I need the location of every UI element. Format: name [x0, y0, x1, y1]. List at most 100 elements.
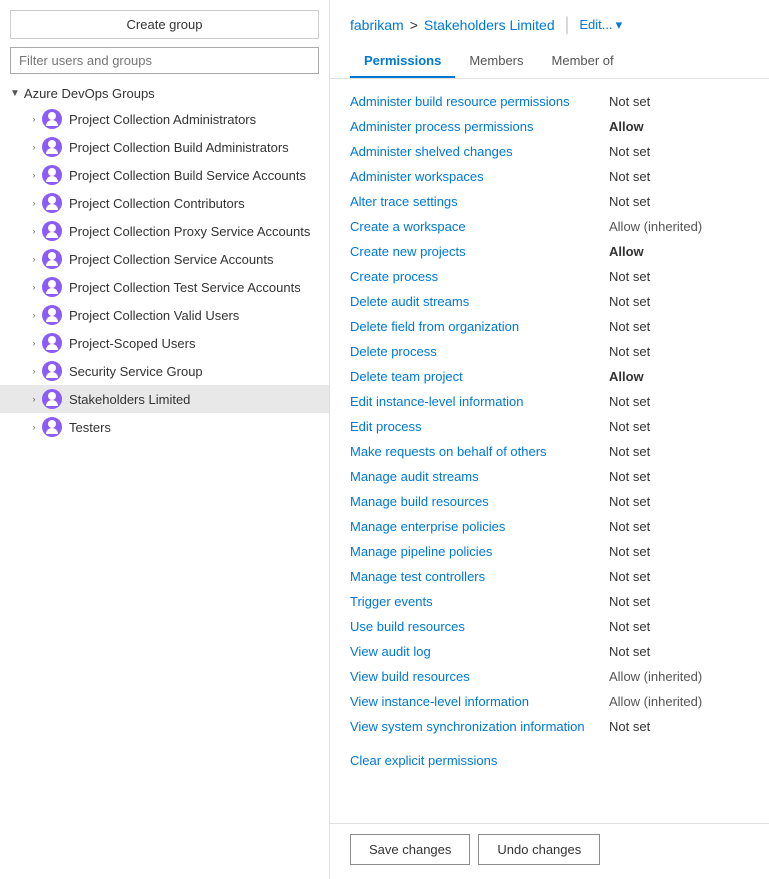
- clear-permissions-link[interactable]: Clear explicit permissions: [350, 753, 497, 768]
- group-icon: [42, 417, 62, 437]
- permission-row: Manage audit streamsNot set: [350, 464, 749, 489]
- edit-label: Edit...: [579, 17, 612, 32]
- tree-item[interactable]: › Stakeholders Limited: [0, 385, 329, 413]
- tree-item[interactable]: › Security Service Group: [0, 357, 329, 385]
- permission-name[interactable]: Edit process: [350, 419, 422, 434]
- tree-group-root[interactable]: ▼ Azure DevOps Groups: [0, 82, 329, 105]
- permission-value: Not set: [609, 269, 749, 284]
- permission-value: Not set: [609, 319, 749, 334]
- permission-value: Not set: [609, 494, 749, 509]
- permission-value: Allow: [609, 244, 749, 259]
- group-label: Project Collection Build Administrators: [69, 140, 289, 155]
- breadcrumb-group[interactable]: Stakeholders Limited: [424, 17, 555, 33]
- permission-name[interactable]: Trigger events: [350, 594, 433, 609]
- group-icon: [42, 193, 62, 213]
- group-icon: [42, 333, 62, 353]
- permission-name[interactable]: Delete team project: [350, 369, 463, 384]
- chevron-right-icon: ›: [28, 226, 40, 236]
- permission-name[interactable]: Manage test controllers: [350, 569, 485, 584]
- permission-name[interactable]: View build resources: [350, 669, 470, 684]
- permission-value: Not set: [609, 144, 749, 159]
- permission-value: Not set: [609, 569, 749, 584]
- tree-item[interactable]: › Project Collection Build Administrator…: [0, 133, 329, 161]
- chevron-right-icon: ›: [28, 254, 40, 264]
- tree-items-container: › Project Collection Administrators › Pr…: [0, 105, 329, 441]
- tree-item[interactable]: › Project Collection Build Service Accou…: [0, 161, 329, 189]
- right-panel: fabrikam > Stakeholders Limited | Edit..…: [330, 0, 769, 879]
- permission-name[interactable]: Administer shelved changes: [350, 144, 513, 159]
- permission-value: Not set: [609, 594, 749, 609]
- permission-row: Administer build resource permissionsNot…: [350, 89, 749, 114]
- save-changes-button[interactable]: Save changes: [350, 834, 470, 865]
- tree-item[interactable]: › Project Collection Administrators: [0, 105, 329, 133]
- permission-value: Not set: [609, 544, 749, 559]
- permission-name[interactable]: Create process: [350, 269, 438, 284]
- tabs-container: PermissionsMembersMember of: [350, 45, 749, 78]
- permission-name[interactable]: Delete audit streams: [350, 294, 469, 309]
- permission-row: View build resourcesAllow (inherited): [350, 664, 749, 689]
- permission-name[interactable]: Alter trace settings: [350, 194, 458, 209]
- chevron-right-icon: ›: [28, 142, 40, 152]
- right-header: fabrikam > Stakeholders Limited | Edit..…: [330, 0, 769, 79]
- permission-value: Allow (inherited): [609, 694, 749, 709]
- permission-row: Manage enterprise policies Not set: [350, 514, 749, 539]
- permission-row: Make requests on behalf of others Not set: [350, 439, 749, 464]
- create-group-button[interactable]: Create group: [10, 10, 319, 39]
- permission-name[interactable]: Delete field from organization: [350, 319, 519, 334]
- permission-name[interactable]: View audit log: [350, 644, 431, 659]
- permission-value: Not set: [609, 419, 749, 434]
- breadcrumb-org[interactable]: fabrikam: [350, 17, 404, 33]
- chevron-right-icon: ›: [28, 114, 40, 124]
- permission-name[interactable]: Create new projects: [350, 244, 466, 259]
- group-icon: [42, 305, 62, 325]
- permission-name[interactable]: View instance-level information: [350, 694, 529, 709]
- tab-permissions[interactable]: Permissions: [350, 45, 455, 78]
- permission-value: Not set: [609, 444, 749, 459]
- tree-item[interactable]: › Project Collection Test Service Accoun…: [0, 273, 329, 301]
- group-label: Project Collection Contributors: [69, 196, 245, 211]
- chevron-right-icon: ›: [28, 170, 40, 180]
- permission-row: Create new projects Allow: [350, 239, 749, 264]
- chevron-right-icon: ›: [28, 310, 40, 320]
- permission-name[interactable]: Make requests on behalf of others: [350, 444, 547, 459]
- undo-changes-button[interactable]: Undo changes: [478, 834, 600, 865]
- chevron-right-icon: ›: [28, 422, 40, 432]
- permission-row: Delete team projectAllow: [350, 364, 749, 389]
- permission-name[interactable]: Administer process permissions: [350, 119, 534, 134]
- tree-item[interactable]: › Project Collection Service Accounts: [0, 245, 329, 273]
- tree-item[interactable]: › Project Collection Contributors: [0, 189, 329, 217]
- tree-item[interactable]: › Project-Scoped Users: [0, 329, 329, 357]
- tree-item[interactable]: › Project Collection Proxy Service Accou…: [0, 217, 329, 245]
- permission-value: Not set: [609, 619, 749, 634]
- permission-name[interactable]: Edit instance-level information: [350, 394, 523, 409]
- permission-name[interactable]: Manage pipeline policies: [350, 544, 492, 559]
- permission-value: Allow: [609, 119, 749, 134]
- permission-name[interactable]: Administer build resource permissions: [350, 94, 570, 109]
- tab-members[interactable]: Members: [455, 45, 537, 78]
- group-label: Stakeholders Limited: [69, 392, 190, 407]
- permission-row: View audit logNot set: [350, 639, 749, 664]
- group-icon: [42, 165, 62, 185]
- permission-name[interactable]: Use build resources: [350, 619, 465, 634]
- permission-value: Not set: [609, 194, 749, 209]
- permission-name[interactable]: Manage audit streams: [350, 469, 479, 484]
- tree-item[interactable]: › Testers: [0, 413, 329, 441]
- permission-name[interactable]: Manage enterprise policies: [350, 519, 505, 534]
- permission-name[interactable]: Administer workspaces: [350, 169, 484, 184]
- tree-item[interactable]: › Project Collection Valid Users: [0, 301, 329, 329]
- permission-row: Create process Not set: [350, 264, 749, 289]
- edit-button[interactable]: Edit... ▾: [579, 17, 622, 33]
- permission-name[interactable]: Create a workspace: [350, 219, 466, 234]
- group-label: Project Collection Test Service Accounts: [69, 280, 301, 295]
- permission-name[interactable]: Delete process: [350, 344, 437, 359]
- group-label: Testers: [69, 420, 111, 435]
- chevron-right-icon: ›: [28, 338, 40, 348]
- tab-memberof[interactable]: Member of: [538, 45, 628, 78]
- group-icon: [42, 277, 62, 297]
- permission-value: Not set: [609, 719, 749, 734]
- filter-input[interactable]: [10, 47, 319, 74]
- permission-value: Not set: [609, 519, 749, 534]
- permission-name[interactable]: View system synchronization information: [350, 719, 585, 734]
- permission-name[interactable]: Manage build resources: [350, 494, 489, 509]
- tree-group-root-label: Azure DevOps Groups: [24, 86, 155, 101]
